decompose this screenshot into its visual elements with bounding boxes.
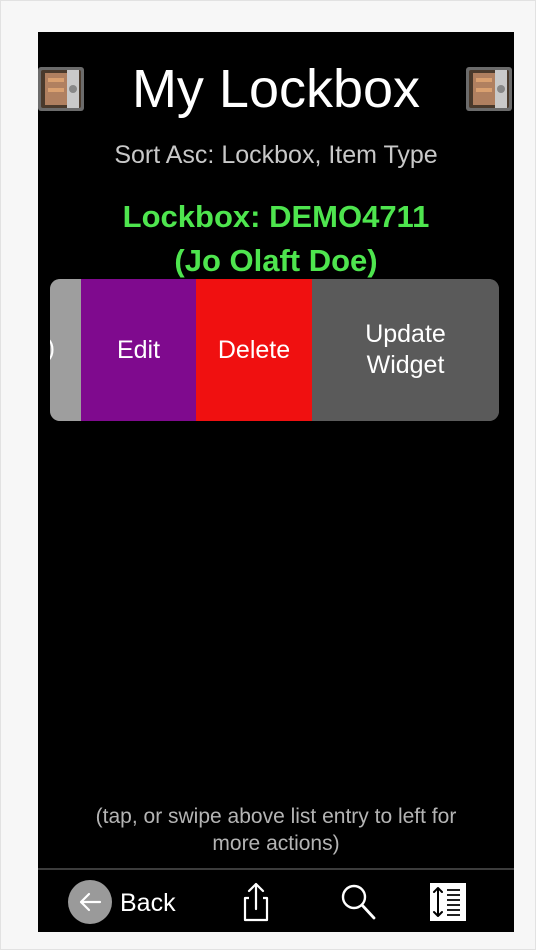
arrow-left-icon: [79, 892, 102, 912]
bottom-toolbar: Back: [38, 868, 514, 932]
search-icon[interactable]: [336, 880, 380, 924]
app-screen: My Lockbox Sort Asc: Lockbox, Item Type …: [38, 32, 514, 932]
edit-button[interactable]: Edit: [81, 279, 196, 421]
hint-line2: more actions): [212, 832, 340, 855]
update-widget-label-line2: Widget: [366, 351, 445, 379]
lockbox-owner: (Jo Olaft Doe): [174, 243, 378, 278]
lockbox-name: Lockbox: DEMO4711: [122, 199, 430, 234]
delete-button[interactable]: Delete: [196, 279, 312, 421]
update-widget-label-line1: Update: [365, 320, 446, 348]
device-frame: My Lockbox Sort Asc: Lockbox, Item Type …: [0, 0, 536, 950]
back-label: Back: [120, 889, 176, 917]
delete-button-label: Delete: [217, 335, 291, 364]
safe-icon: [466, 67, 512, 111]
update-widget-button[interactable]: Update Widget: [312, 279, 499, 421]
share-icon[interactable]: [234, 880, 278, 924]
list-item[interactable]: ) Edit Delete Update Widget: [50, 279, 499, 421]
sort-icon[interactable]: [426, 880, 470, 924]
list-item-text: ): [50, 335, 55, 363]
list-item-content[interactable]: ): [50, 279, 81, 421]
header: My Lockbox: [38, 56, 514, 122]
edit-button-label: Edit: [116, 335, 161, 364]
hint-line1: (tap, or swipe above list entry to left …: [95, 805, 457, 828]
hint-text: (tap, or swipe above list entry to left …: [38, 803, 514, 857]
page-title: My Lockbox: [131, 59, 421, 119]
back-button[interactable]: Back: [68, 878, 198, 926]
sort-label[interactable]: Sort Asc: Lockbox, Item Type: [38, 140, 514, 170]
